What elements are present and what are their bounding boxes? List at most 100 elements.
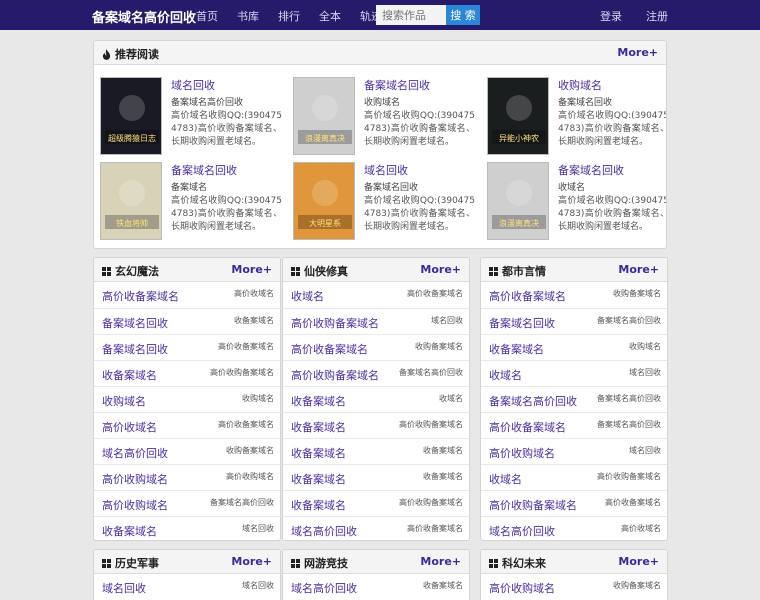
book-title-link[interactable]: 收备案域名 [291,471,346,487]
list-item[interactable]: 收域名 高价收购备案域名 [481,464,667,490]
book-title-link[interactable]: 高价收购域名 [102,497,168,513]
list-item[interactable]: 备案域名回收 收备案域名 [94,308,280,334]
category-more-link[interactable]: More+ [420,263,461,276]
site-logo-title[interactable]: 备案域名高价回收 [92,7,196,26]
category-more-link[interactable]: More+ [420,555,461,568]
list-item[interactable]: 高价收购备案域名 备案域名高价回收 [283,360,469,386]
nav-home[interactable]: 首页 [196,8,218,24]
list-item[interactable]: 收域名 高价收备案域名 [283,282,469,308]
nav-completed[interactable]: 全本 [319,8,341,24]
book-title-link[interactable]: 高价收备案域名 [102,288,179,304]
recommend-book-item[interactable]: 铁血将帅 备案域名回收 备案域名 高价域名收购QQ:(3904754783)高价收购备… [94,160,282,242]
book-title-link[interactable]: 高价收购域名 [489,580,555,596]
book-title-link[interactable]: 收购域名 [102,393,146,409]
list-item[interactable]: 收备案域名 收备案域名 [283,464,469,490]
book-title-link[interactable]: 收备案域名 [489,341,544,357]
book-title-link[interactable]: 收域名 [489,367,522,383]
list-item[interactable]: 收备案域名 高价收购备案域名 [94,360,280,386]
list-item[interactable]: 备案域名高价回收 备案域名高价回收 [481,386,667,412]
book-cover-image[interactable]: 铁血将帅 [100,162,162,240]
recommend-book-item[interactable]: 大明星系 域名回收 备案域名回收 高价域名收购QQ:(3904754783)高价收购备… [287,160,475,242]
list-item[interactable]: 收备案域名 收购域名 [481,334,667,360]
category-more-link[interactable]: More+ [618,263,659,276]
book-cover-image[interactable]: 浪漫离真决 [293,77,355,155]
book-title-link[interactable]: 高价收备案域名 [291,341,368,357]
book-cover-image[interactable]: 浪漫离真决 [487,162,549,240]
list-item[interactable]: 收备案域名 高价收购备案域名 [283,412,469,438]
list-item[interactable]: 高价收购域名 域名回收 [481,438,667,464]
recommend-book-item[interactable]: 浪漫离真决 备案域名回收 收购域名 高价域名收购QQ:(3904754783)高价收购… [287,75,475,157]
book-title-link[interactable]: 备案域名回收 [364,77,430,93]
book-title-link[interactable]: 高价收购备案域名 [291,367,379,383]
category-more-link[interactable]: More+ [231,263,272,276]
book-title-link[interactable]: 高价收购域名 [102,471,168,487]
list-item[interactable]: 收备案域名 高价收购备案域名 [283,490,469,516]
book-title-link[interactable]: 备案域名回收 [102,315,168,331]
recommend-book-item[interactable]: 超级腾猿日志 域名回收 备案域名高价回收 高价域名收购QQ:(3904754783)高… [94,75,282,157]
book-title-link[interactable]: 高价收备案域名 [489,288,566,304]
book-title-link[interactable]: 高价收备案域名 [489,419,566,435]
book-title-link[interactable]: 域名回收 [364,162,408,178]
book-title-link[interactable]: 域名回收 [102,580,146,596]
book-title-link[interactable]: 高价收购域名 [489,445,555,461]
list-item[interactable]: 高价收购域名 高价收购域名 [94,464,280,490]
list-item[interactable]: 高价收购备案域名 高价收备案域名 [481,490,667,516]
list-item[interactable]: 高价收备案域名 备案域名高价回收 [481,412,667,438]
book-cover-image[interactable]: 异能小神农 [487,77,549,155]
list-item[interactable]: 收备案域名 收备案域名 [283,438,469,464]
list-item[interactable]: 域名高价回收 收购备案域名 [94,438,280,464]
book-title-link[interactable]: 域名高价回收 [102,445,168,461]
recommend-book-item[interactable]: 浪漫离真决 备案域名回收 收域名 高价域名收购QQ:(3904754783)高价收购备… [481,160,666,242]
login-link[interactable]: 登录 [600,8,622,24]
book-title-link[interactable]: 高价收域名 [102,419,157,435]
book-title-link[interactable]: 备案域名回收 [558,162,624,178]
list-item[interactable]: 收备案域名 域名回收 [94,516,280,540]
list-item[interactable]: 备案域名回收 高价收备案域名 [94,334,280,360]
register-link[interactable]: 注册 [646,8,668,24]
list-item[interactable]: 高价收购域名 收购备案域名 [481,574,667,600]
list-item[interactable]: 收购域名 收购域名 [94,386,280,412]
book-title-link[interactable]: 高价收购备案域名 [489,497,577,513]
book-title-link[interactable]: 收备案域名 [291,393,346,409]
list-item[interactable]: 域名高价回收 高价收备案域名 [283,516,469,540]
book-title-link[interactable]: 域名高价回收 [489,523,555,539]
list-item[interactable]: 域名高价回收 收备案域名 [283,574,469,600]
list-item[interactable]: 高价收购域名 备案域名高价回收 [94,490,280,516]
list-item[interactable]: 高价收备案域名 收购备案域名 [283,334,469,360]
book-title-link[interactable]: 域名高价回收 [291,580,357,596]
list-item[interactable]: 域名高价回收 高价收域名 [481,516,667,540]
category-more-link[interactable]: More+ [231,555,272,568]
book-title-link[interactable]: 收备案域名 [291,419,346,435]
list-item[interactable]: 高价收备案域名 收购备案域名 [481,282,667,308]
book-title-link[interactable]: 备案域名回收 [171,162,237,178]
book-title-link[interactable]: 备案域名回收 [489,315,555,331]
book-title-link[interactable]: 域名回收 [171,77,215,93]
book-title-link[interactable]: 收备案域名 [291,445,346,461]
list-item[interactable]: 收域名 域名回收 [481,360,667,386]
list-item[interactable]: 高价收备案域名 高价收域名 [94,282,280,308]
book-title-link[interactable]: 收备案域名 [102,523,157,539]
book-title-link[interactable]: 收备案域名 [291,497,346,513]
nav-library[interactable]: 书库 [237,8,259,24]
book-title-link[interactable]: 收域名 [489,471,522,487]
category-more-link[interactable]: More+ [618,555,659,568]
book-title-link[interactable]: 收备案域名 [102,367,157,383]
list-item[interactable]: 收备案域名 收域名 [283,386,469,412]
search-input[interactable] [376,5,446,25]
list-item[interactable]: 高价收购备案域名 域名回收 [283,308,469,334]
nav-ranking[interactable]: 排行 [278,8,300,24]
list-item[interactable]: 备案域名回收 备案域名高价回收 [481,308,667,334]
book-title-link[interactable]: 备案域名回收 [102,341,168,357]
recommend-more-link[interactable]: More+ [617,46,658,59]
book-title-link[interactable]: 备案域名高价回收 [489,393,577,409]
book-title-link[interactable]: 高价收购备案域名 [291,315,379,331]
book-cover-image[interactable]: 大明星系 [293,162,355,240]
book-title-link[interactable]: 收购域名 [558,77,602,93]
book-title-link[interactable]: 域名高价回收 [291,523,357,539]
list-item[interactable]: 域名回收 域名回收 [94,574,280,600]
book-title-link[interactable]: 收域名 [291,288,324,304]
list-item[interactable]: 高价收域名 高价收备案域名 [94,412,280,438]
recommend-book-item[interactable]: 异能小神农 收购域名 备案域名回收 高价域名收购QQ:(3904754783)高价收购… [481,75,666,157]
book-cover-image[interactable]: 超级腾猿日志 [100,77,162,155]
search-button[interactable]: 搜 索 [446,5,480,25]
